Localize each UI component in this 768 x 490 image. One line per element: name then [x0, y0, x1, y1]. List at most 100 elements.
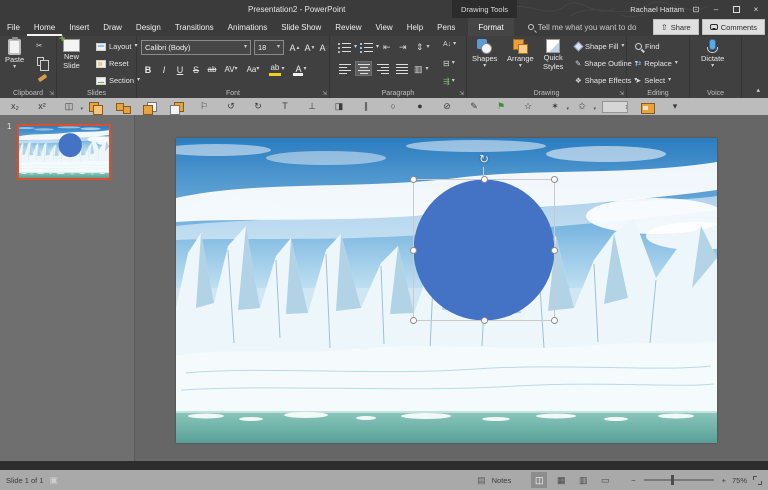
tab-view[interactable]: View: [369, 18, 400, 36]
reading-view-icon[interactable]: ▥: [575, 472, 591, 488]
cut-button[interactable]: ✂: [36, 41, 42, 50]
guides-icon[interactable]: ⚑: [494, 99, 508, 114]
restore-icon[interactable]: [728, 2, 744, 16]
font-dialog-launcher-icon[interactable]: ⇲: [322, 90, 327, 97]
oval-none-icon[interactable]: ⊘: [440, 99, 454, 114]
resize-handle-top-left[interactable]: [410, 176, 417, 183]
tab-format[interactable]: Format: [468, 18, 513, 36]
collapse-ribbon-icon[interactable]: ▴: [756, 86, 760, 94]
highlight-color-button[interactable]: ▾: [268, 62, 286, 77]
ungroup-objects-icon[interactable]: [116, 101, 130, 113]
star-points-icon[interactable]: ✶▾: [548, 99, 562, 114]
font-family-combo[interactable]: Calibri (Body) ▾: [141, 40, 251, 55]
grow-font-button[interactable]: A▲: [288, 40, 302, 55]
oval-outline-icon[interactable]: ○: [386, 99, 400, 114]
tab-pens[interactable]: Pens: [430, 18, 462, 36]
tab-design[interactable]: Design: [129, 18, 168, 36]
zoom-slider[interactable]: [644, 479, 714, 481]
arrange-button[interactable]: Arrange ▾: [507, 39, 534, 69]
tab-transitions[interactable]: Transitions: [168, 18, 221, 36]
new-slide-button[interactable]: New Slide: [63, 39, 80, 70]
star-dim-icon[interactable]: ✩▾: [575, 99, 589, 114]
align-bottom-icon[interactable]: ◨: [332, 99, 346, 114]
numbering-button[interactable]: ▾: [360, 42, 379, 53]
zoom-out-icon[interactable]: −: [631, 476, 635, 485]
text-direction-button[interactable]: A↓▾: [443, 41, 456, 48]
strikethrough-button[interactable]: S: [191, 62, 201, 77]
resize-handle-bottom-left[interactable]: [410, 317, 417, 324]
justify-button[interactable]: [393, 61, 410, 76]
align-objects-icon[interactable]: ⚐: [197, 99, 211, 114]
bullets-button[interactable]: ▾: [338, 42, 357, 53]
tab-file[interactable]: File: [0, 18, 27, 36]
ink-pen-icon[interactable]: ✎: [467, 99, 481, 114]
group-objects-icon[interactable]: [89, 101, 103, 113]
accessibility-checker-icon[interactable]: ▣: [50, 475, 59, 486]
columns-button[interactable]: ▥▾: [414, 64, 429, 75]
underline-button[interactable]: U: [175, 62, 185, 77]
character-spacing-button[interactable]: AV▾: [223, 62, 239, 77]
font-size-combo[interactable]: 18 ▾: [254, 40, 284, 55]
line-spacing-button[interactable]: ⇕▾: [416, 42, 430, 53]
notes-icon[interactable]: ▤: [477, 475, 486, 486]
dictate-button[interactable]: Dictate ▾: [701, 39, 724, 69]
italic-button[interactable]: I: [159, 62, 169, 77]
strikethrough-ab-button[interactable]: ab: [205, 62, 219, 77]
send-backward-icon[interactable]: [170, 101, 184, 113]
tab-slide-show[interactable]: Slide Show: [274, 18, 328, 36]
slide-thumbnail[interactable]: [17, 124, 111, 180]
columns-icon[interactable]: ◫▾: [62, 99, 76, 114]
star-outline-icon[interactable]: ☆: [521, 99, 535, 114]
account-name[interactable]: Rachael Hattam: [630, 5, 684, 14]
bring-forward-icon[interactable]: [143, 101, 157, 113]
share-button[interactable]: ⇧ Share: [653, 19, 699, 35]
comments-button[interactable]: Comments: [702, 19, 765, 35]
slide-sorter-view-icon[interactable]: ▦: [553, 472, 569, 488]
slideshow-view-icon[interactable]: ▭: [597, 472, 613, 488]
tab-help[interactable]: Help: [400, 18, 430, 36]
bold-button[interactable]: B: [143, 62, 153, 77]
clipboard-dialog-launcher-icon[interactable]: ⇲: [49, 90, 54, 97]
decrease-indent-button[interactable]: ⇤: [383, 42, 391, 53]
resize-handle-bottom-right[interactable]: [551, 317, 558, 324]
compress-pictures-icon[interactable]: [641, 101, 655, 113]
zoom-in-icon[interactable]: +: [722, 476, 726, 485]
copy-button[interactable]: [37, 57, 44, 66]
qat-overflow-caret[interactable]: ▾: [668, 99, 682, 114]
ribbon-display-options-icon[interactable]: ⊡: [688, 2, 704, 16]
drawing-dialog-launcher-icon[interactable]: ⇲: [619, 90, 624, 97]
align-left-button[interactable]: [336, 61, 353, 76]
quick-styles-button[interactable]: Quick Styles: [543, 39, 563, 71]
notes-label[interactable]: Notes: [492, 476, 512, 485]
convert-smartart-button[interactable]: ⇶▾: [443, 77, 455, 86]
tell-me-box[interactable]: Tell me what you want to do: [528, 18, 637, 36]
close-icon[interactable]: ×: [748, 2, 764, 16]
zoom-slider-thumb[interactable]: [671, 475, 674, 485]
rotate-right-icon[interactable]: ↻: [251, 99, 265, 114]
shapes-button[interactable]: Shapes ▾: [472, 39, 497, 69]
align-right-button[interactable]: [374, 61, 391, 76]
shrink-font-button[interactable]: A▼: [303, 40, 317, 55]
layout-button[interactable]: Layout ▾: [96, 42, 138, 51]
tab-home[interactable]: Home: [27, 18, 62, 36]
slide-thumbnail-panel[interactable]: 1: [0, 115, 135, 461]
tab-animations[interactable]: Animations: [221, 18, 275, 36]
increase-indent-button[interactable]: ⇥: [399, 42, 407, 53]
paste-button[interactable]: Paste ▾: [5, 39, 24, 70]
align-center-button[interactable]: [355, 61, 372, 76]
tab-draw[interactable]: Draw: [96, 18, 129, 36]
rotate-left-icon[interactable]: ↺: [224, 99, 238, 114]
rotate-text-icon[interactable]: ⊥: [305, 99, 319, 114]
replace-button[interactable]: ⇄ Replace ▾: [635, 59, 678, 68]
select-button[interactable]: ➤ Select ▾: [635, 76, 671, 85]
resize-handle-middle-right[interactable]: [551, 247, 558, 254]
resize-handle-top-right[interactable]: [551, 176, 558, 183]
format-painter-button[interactable]: [38, 76, 47, 80]
rotation-handle[interactable]: ↻: [476, 151, 492, 167]
font-color-button[interactable]: A▾: [292, 62, 308, 77]
find-button[interactable]: Find: [635, 42, 660, 51]
minimize-icon[interactable]: –: [708, 2, 724, 16]
normal-view-icon[interactable]: ◫: [531, 472, 547, 488]
shape-fill-button[interactable]: Shape Fill ▾: [575, 42, 624, 51]
paragraph-dialog-launcher-icon[interactable]: ⇲: [459, 90, 464, 97]
